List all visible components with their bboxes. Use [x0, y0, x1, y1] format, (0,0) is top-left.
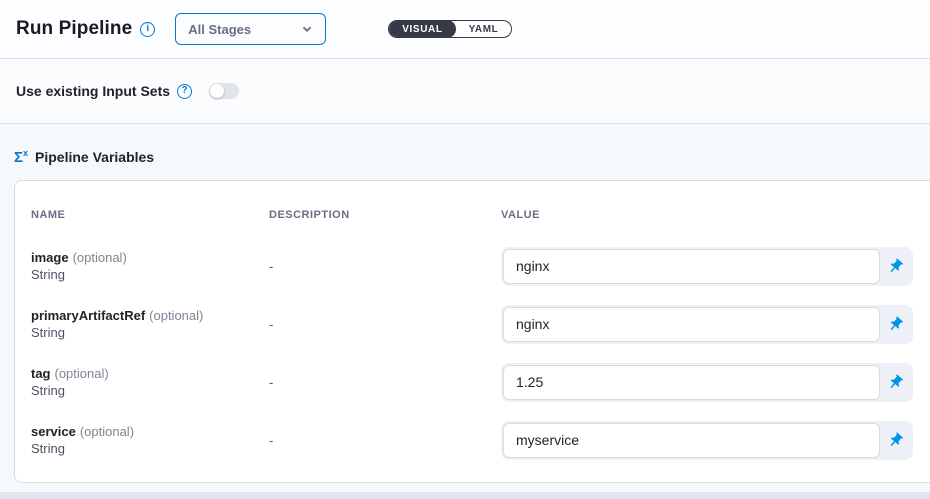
variable-value-cell	[501, 421, 913, 460]
pin-button[interactable]	[880, 423, 911, 458]
sigma-variables-icon: Σx	[14, 149, 28, 165]
variable-value-input[interactable]	[503, 423, 880, 458]
info-icon[interactable]: i	[140, 22, 155, 37]
variable-description-cell: -	[269, 375, 501, 390]
variable-name-cell: primaryArtifactRef(optional) String	[31, 307, 269, 341]
pin-button[interactable]	[880, 249, 911, 284]
variable-value-cell	[501, 363, 913, 402]
input-sets-label: Use existing Input Sets	[16, 83, 170, 99]
pin-icon	[887, 258, 904, 275]
variable-name-cell: image(optional) String	[31, 249, 269, 283]
value-input-group	[501, 305, 913, 344]
variable-name-cell: service(optional) String	[31, 423, 269, 457]
pin-button[interactable]	[880, 307, 911, 342]
table-header-row: NAME DESCRIPTION VALUE	[31, 209, 913, 221]
visual-yaml-toggle: VISUAL YAML	[388, 20, 512, 38]
table-row: primaryArtifactRef(optional) String -	[31, 295, 913, 353]
stage-selector-value: All Stages	[188, 22, 251, 37]
variables-card: NAME DESCRIPTION VALUE image(optional) S…	[14, 180, 930, 483]
pin-button[interactable]	[880, 365, 911, 400]
bottom-strip	[0, 492, 930, 499]
column-header-value: VALUE	[501, 209, 913, 221]
value-input-group	[501, 247, 913, 286]
chevron-down-icon	[301, 23, 313, 35]
variable-value-cell	[501, 247, 913, 286]
pin-icon	[887, 432, 904, 449]
section-title-row: Σx Pipeline Variables	[0, 124, 930, 180]
pin-icon	[887, 316, 904, 333]
help-icon[interactable]: ?	[177, 84, 192, 99]
pin-icon	[887, 374, 904, 391]
table-row: service(optional) String -	[31, 411, 913, 469]
variable-value-cell	[501, 305, 913, 344]
run-pipeline-dialog: Run Pipeline i All Stages VISUAL YAML Us…	[0, 0, 930, 499]
variable-value-input[interactable]	[503, 307, 880, 342]
pipeline-variables-section: Σx Pipeline Variables NAME DESCRIPTION V…	[0, 124, 930, 492]
input-sets-toggle[interactable]	[209, 83, 239, 99]
toggle-knob	[210, 84, 224, 98]
page-title: Run Pipeline	[16, 18, 132, 40]
variable-value-input[interactable]	[503, 365, 880, 400]
dialog-header: Run Pipeline i All Stages VISUAL YAML	[0, 0, 930, 58]
column-header-name: NAME	[31, 209, 269, 221]
value-input-group	[501, 363, 913, 402]
table-row: image(optional) String -	[31, 237, 913, 295]
section-title: Pipeline Variables	[35, 149, 154, 165]
tab-yaml[interactable]: YAML	[456, 20, 512, 38]
variable-description-cell: -	[269, 259, 501, 274]
value-input-group	[501, 421, 913, 460]
variable-name-cell: tag(optional) String	[31, 365, 269, 399]
input-sets-row: Use existing Input Sets ?	[0, 59, 930, 123]
variable-value-input[interactable]	[503, 249, 880, 284]
tab-visual[interactable]: VISUAL	[389, 20, 455, 38]
variable-description-cell: -	[269, 433, 501, 448]
variable-description-cell: -	[269, 317, 501, 332]
table-row: tag(optional) String -	[31, 353, 913, 411]
stage-selector-dropdown[interactable]: All Stages	[175, 13, 326, 45]
column-header-description: DESCRIPTION	[269, 209, 501, 221]
